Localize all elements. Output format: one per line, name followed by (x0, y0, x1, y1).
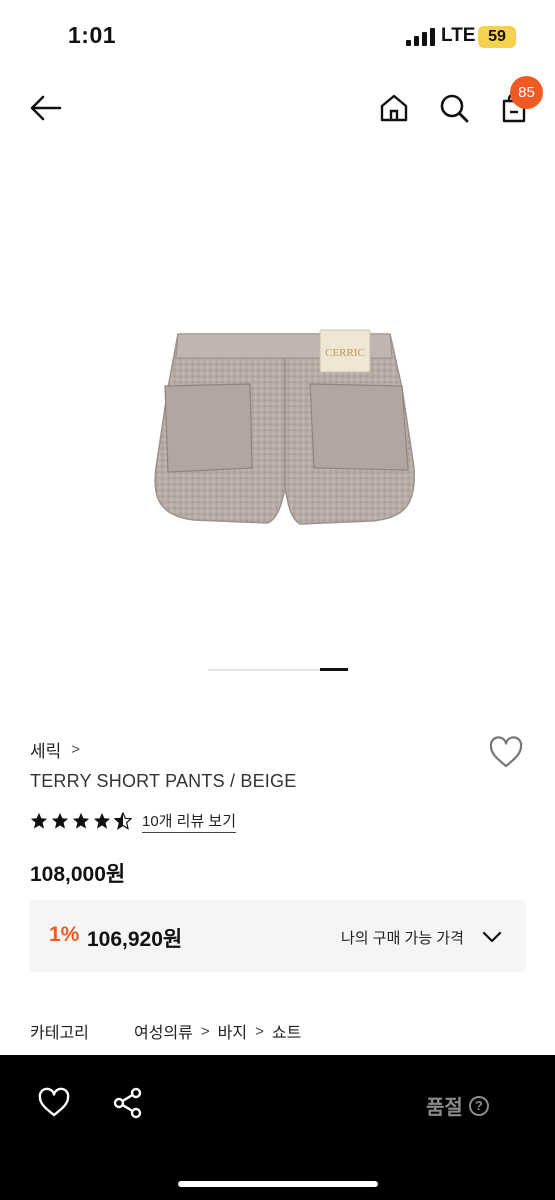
soldout-status: 품절 ? (426, 1091, 489, 1120)
status-time: 1:01 (68, 22, 117, 48)
network-label: LTE (441, 25, 476, 46)
chevron-right-icon: > (71, 741, 81, 758)
category-breadcrumb: 여성의류 > 바지 > 쇼트 (134, 1019, 301, 1043)
bottom-action-bar: 품절 ? (0, 1055, 555, 1200)
back-button[interactable] (26, 88, 66, 128)
shorts-illustration: CERRIC (154, 329, 415, 525)
brand-link[interactable]: 세릭 > (30, 737, 80, 762)
top-nav (0, 78, 555, 142)
chevron-down-icon (482, 931, 502, 943)
product-name: TERRY SHORT PANTS / BEIGE (30, 771, 297, 791)
heart-icon (489, 736, 523, 768)
bottom-wishlist-button[interactable] (36, 1085, 72, 1121)
category-item[interactable]: 바지 (218, 1019, 247, 1043)
heart-icon (38, 1087, 70, 1117)
soldout-label: 품절 (426, 1097, 463, 1119)
discount-rate: 1% (49, 923, 80, 946)
signal-icon (406, 28, 436, 46)
cart-count-badge: 85 (510, 76, 543, 109)
share-button[interactable] (110, 1085, 146, 1121)
home-indicator[interactable] (178, 1181, 378, 1187)
brand-label-text: CERRIC (325, 347, 365, 359)
product-image[interactable]: CERRIC (140, 318, 430, 538)
product-price: 108,000원 (30, 863, 126, 886)
home-button[interactable] (374, 88, 414, 128)
battery-indicator: 59 (478, 26, 516, 48)
home-icon (380, 94, 408, 122)
carousel-active-dot (320, 668, 348, 671)
member-price-label: 나의 구매 가능 가격 (341, 930, 464, 947)
wishlist-button[interactable] (486, 733, 526, 773)
category-label: 카테고리 (30, 1025, 89, 1042)
share-icon (113, 1087, 142, 1119)
brand-name: 세릭 (30, 742, 62, 761)
review-link[interactable]: 10개 리뷰 보기 (142, 810, 237, 833)
star-icon (30, 812, 48, 829)
member-price-box[interactable]: 1% 106,920원 나의 구매 가능 가격 (29, 900, 526, 972)
star-icon (72, 812, 90, 829)
rating-row: 10개 리뷰 보기 (30, 808, 237, 834)
back-arrow-icon (30, 95, 62, 121)
category-item[interactable]: 쇼트 (272, 1019, 301, 1043)
help-circle-icon[interactable]: ? (468, 1095, 489, 1116)
rating-stars (30, 812, 132, 830)
search-icon (440, 94, 469, 123)
star-icon (51, 812, 69, 829)
category-item[interactable]: 여성의류 (134, 1019, 193, 1043)
member-price-value: 106,920원 (87, 928, 183, 951)
chevron-right-icon: > (200, 1022, 210, 1040)
image-carousel-indicator[interactable] (208, 668, 348, 672)
chevron-right-icon: > (255, 1022, 264, 1040)
half-star-icon (114, 812, 132, 830)
star-icon (93, 812, 111, 829)
search-button[interactable] (434, 88, 474, 128)
status-bar: 1:01 LTE 59 (0, 0, 555, 70)
